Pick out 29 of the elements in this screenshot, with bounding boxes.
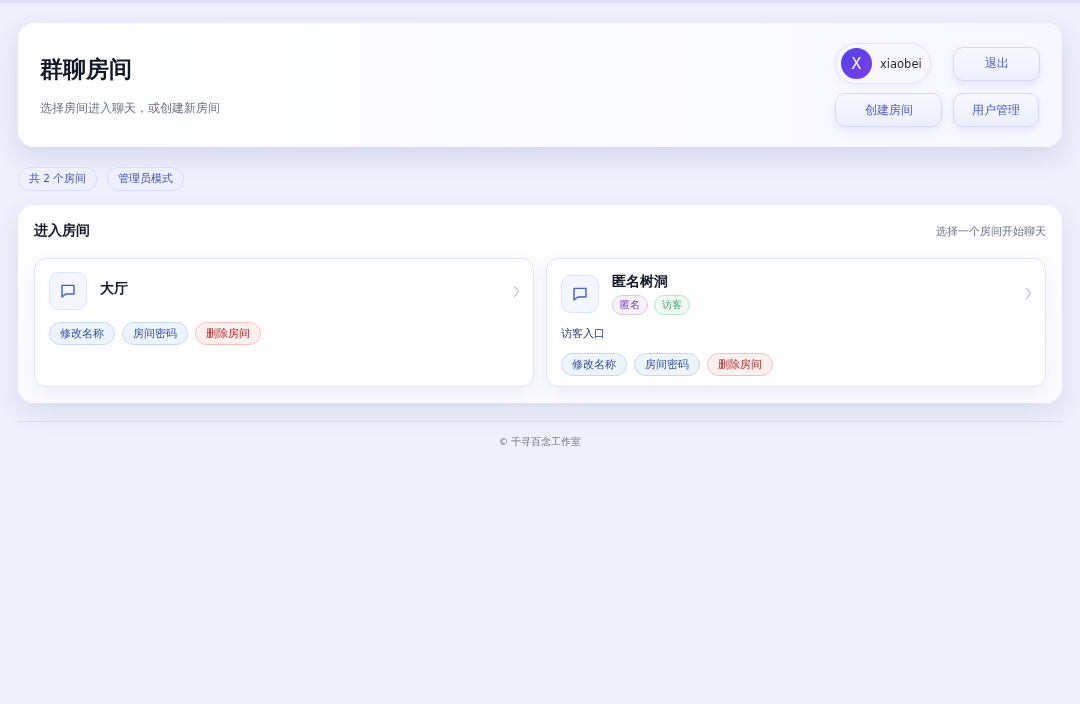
room-name: 匿名树洞 — [612, 272, 669, 290]
room-tag: 匿名 — [612, 295, 648, 315]
page-title: 群聊房间 — [40, 55, 133, 84]
room-name: 大厅 — [100, 279, 128, 297]
logout-button[interactable]: 退出 — [953, 46, 1040, 81]
status-pill: 共 2 个房间 — [18, 167, 98, 191]
chat-bubble-icon — [49, 272, 87, 310]
page-subtitle: 选择房间进入聊天，或创建新房间 — [40, 100, 220, 116]
room-action-button[interactable]: 修改名称 — [561, 353, 627, 376]
delete-room-button[interactable]: 删除房间 — [195, 322, 261, 345]
create-room-button[interactable]: 创建房间 — [835, 93, 942, 127]
chat-bubble-icon — [561, 274, 599, 313]
user-name: xiaobei — [880, 56, 922, 71]
room-tag: 访客 — [654, 295, 690, 315]
section-hint: 选择一个房间开始聊天 — [936, 223, 1046, 239]
avatar-initial: X — [841, 48, 872, 79]
status-pill: 管理员模式 — [107, 167, 185, 191]
user-management-button[interactable]: 用户管理 — [953, 93, 1039, 127]
delete-room-button[interactable]: 删除房间 — [707, 353, 773, 376]
room-card[interactable]: 匿名树洞 匿名 访客 访客入口 修改名称 房间密码 删除房间 — [546, 258, 1046, 387]
room-description: 访客入口 — [561, 327, 605, 341]
room-action-button[interactable]: 修改名称 — [49, 322, 115, 345]
footer-text: © 千寻百念工作室 — [498, 436, 582, 447]
chevron-right-icon — [514, 285, 519, 297]
chevron-right-icon — [1026, 288, 1031, 299]
room-action-button[interactable]: 房间密码 — [634, 353, 700, 376]
section-title: 进入房间 — [34, 222, 90, 240]
room-card[interactable]: 大厅 修改名称 房间密码 删除房间 — [34, 258, 534, 387]
room-action-button[interactable]: 房间密码 — [122, 322, 188, 345]
